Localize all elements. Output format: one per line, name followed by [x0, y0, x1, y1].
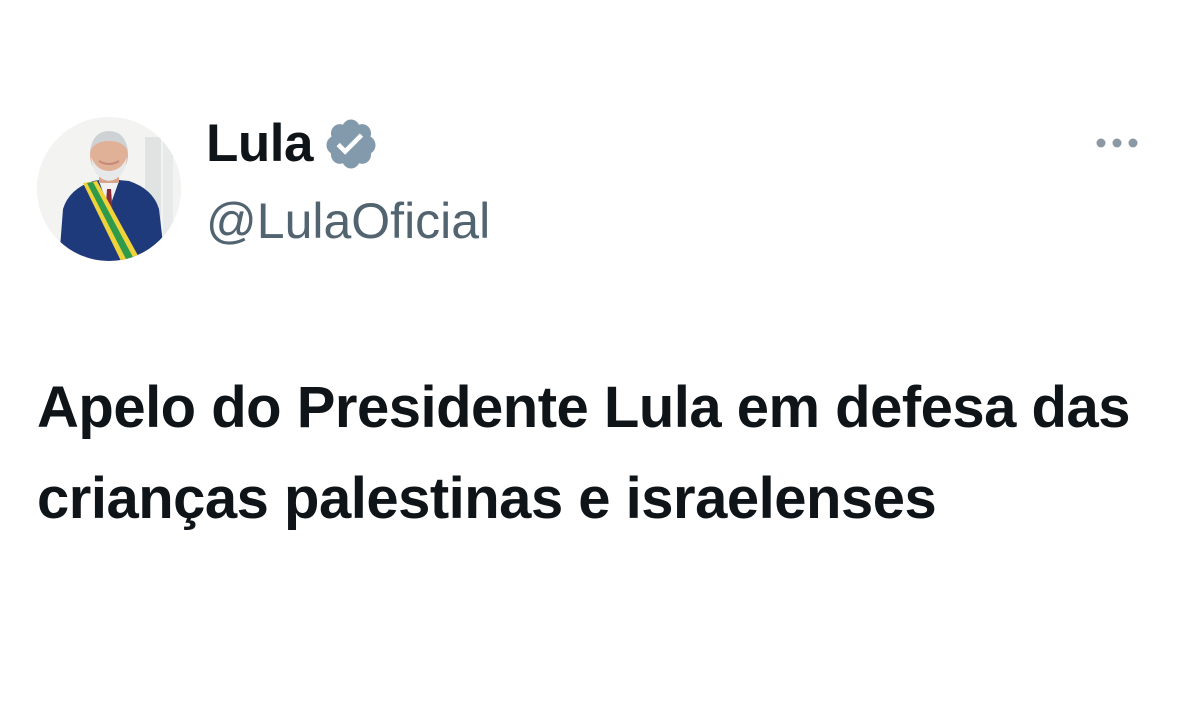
author-handle[interactable]: @LulaOficial [206, 188, 490, 254]
tweet: Lula @LulaOficial Apelo do Presidente Lu… [0, 0, 1179, 724]
avatar[interactable] [37, 117, 181, 261]
more-options-button[interactable] [1092, 126, 1142, 160]
verified-badge-icon[interactable] [323, 116, 379, 172]
display-name[interactable]: Lula [206, 112, 313, 176]
more-options-icon [1096, 138, 1138, 148]
avatar-photo-icon [37, 117, 181, 261]
tweet-text: Apelo do Presidente Lula em defesa das c… [37, 375, 1131, 531]
author-name-row: Lula [206, 112, 379, 176]
